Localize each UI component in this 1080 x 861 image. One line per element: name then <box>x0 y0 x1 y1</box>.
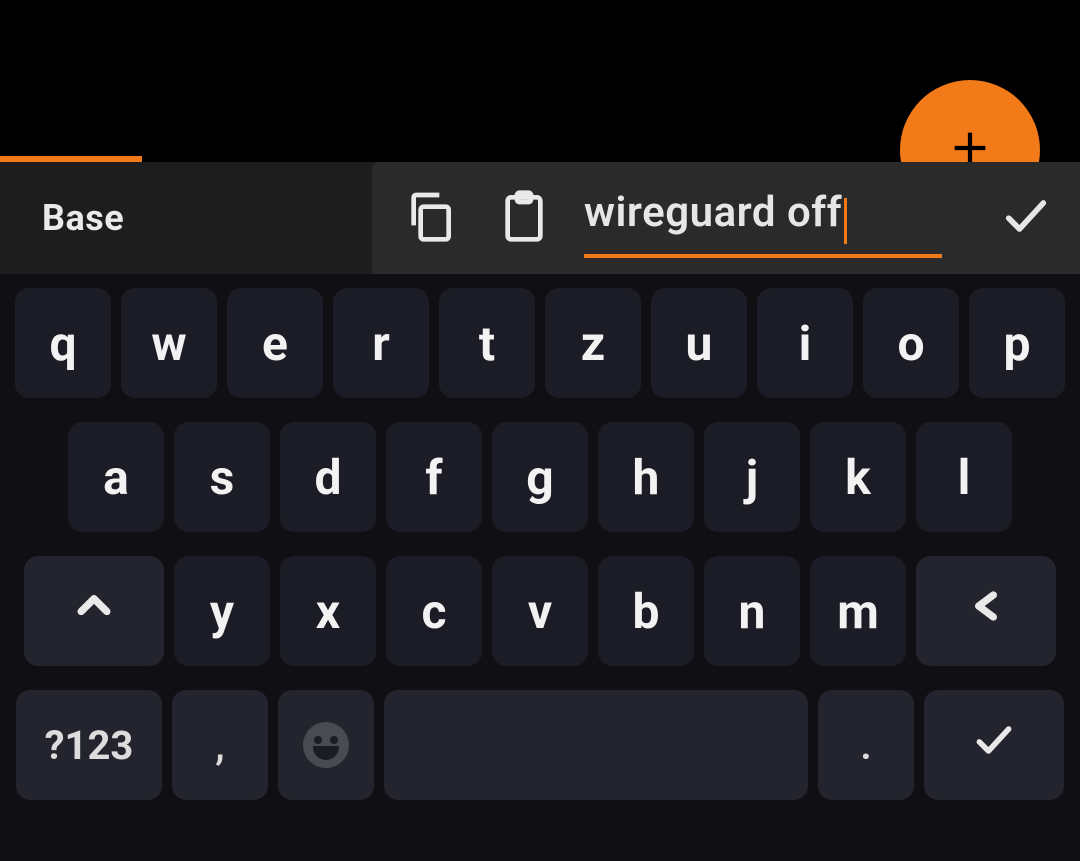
copy-icon <box>402 188 458 248</box>
key-x[interactable]: x <box>280 556 376 666</box>
emoji-icon <box>303 722 349 768</box>
confirm-button[interactable] <box>986 178 1066 258</box>
check-icon <box>1000 190 1052 246</box>
key-r[interactable]: r <box>333 288 429 398</box>
key-symbols[interactable]: ?123 <box>16 690 162 800</box>
key-comma[interactable]: , <box>172 690 268 800</box>
tab-indicator <box>0 156 142 162</box>
key-row-1: q w e r t z u i o p <box>16 288 1064 398</box>
soft-keyboard: q w e r t z u i o p a s d f g h j k l y … <box>0 274 1080 861</box>
text-caret <box>844 198 847 244</box>
key-w[interactable]: w <box>121 288 217 398</box>
key-k[interactable]: k <box>810 422 906 532</box>
key-o[interactable]: o <box>863 288 959 398</box>
clipboard-icon <box>496 188 552 248</box>
key-a[interactable]: a <box>68 422 164 532</box>
key-emoji[interactable] <box>278 690 374 800</box>
key-t[interactable]: t <box>439 288 535 398</box>
key-p[interactable]: p <box>969 288 1065 398</box>
key-b[interactable]: b <box>598 556 694 666</box>
shift-icon <box>72 583 116 640</box>
key-j[interactable]: j <box>704 422 800 532</box>
key-n[interactable]: n <box>704 556 800 666</box>
key-y[interactable]: y <box>174 556 270 666</box>
key-d[interactable]: d <box>280 422 376 532</box>
tab-label: Base <box>42 197 124 239</box>
key-u[interactable]: u <box>651 288 747 398</box>
key-i[interactable]: i <box>757 288 853 398</box>
key-s[interactable]: s <box>174 422 270 532</box>
app-bar: Base wireguard off <box>0 162 1080 274</box>
key-row-3: y x c v b n m <box>16 556 1064 666</box>
key-q[interactable]: q <box>15 288 111 398</box>
key-m[interactable]: m <box>810 556 906 666</box>
key-l[interactable]: l <box>916 422 1012 532</box>
check-icon <box>972 717 1016 774</box>
key-c[interactable]: c <box>386 556 482 666</box>
key-shift[interactable] <box>24 556 164 666</box>
key-v[interactable]: v <box>492 556 588 666</box>
key-h[interactable]: h <box>598 422 694 532</box>
tab-base[interactable]: Base <box>0 162 372 274</box>
key-z[interactable]: z <box>545 288 641 398</box>
key-e[interactable]: e <box>227 288 323 398</box>
key-period[interactable]: . <box>818 690 914 800</box>
title-input[interactable]: wireguard off <box>584 188 842 237</box>
key-space[interactable] <box>384 690 808 800</box>
key-row-2: a s d f g h j k l <box>16 422 1064 532</box>
copy-button[interactable] <box>396 182 464 254</box>
paste-button[interactable] <box>490 182 558 254</box>
key-f[interactable]: f <box>386 422 482 532</box>
key-enter[interactable] <box>924 690 1064 800</box>
key-row-4: ?123 , . <box>16 690 1064 800</box>
title-editor: wireguard off <box>372 162 1080 274</box>
key-backspace[interactable] <box>916 556 1056 666</box>
key-g[interactable]: g <box>492 422 588 532</box>
backspace-icon <box>964 583 1008 640</box>
title-input-wrap[interactable]: wireguard off <box>584 188 942 249</box>
